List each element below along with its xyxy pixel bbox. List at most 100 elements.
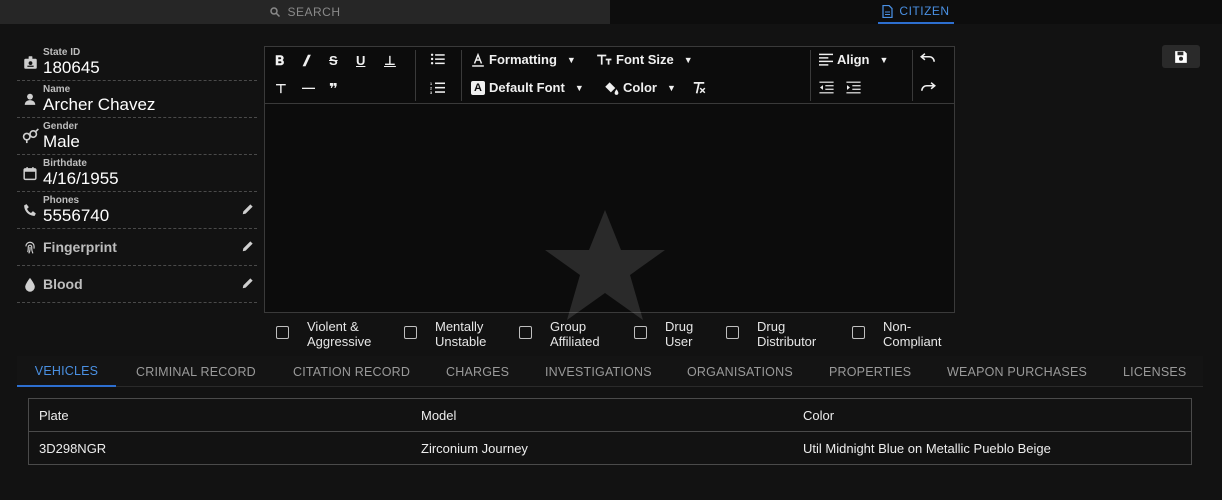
vehicles-table: Plate Model Color 3D298NGR Zirconium Jou… xyxy=(28,398,1192,465)
quote-button[interactable]: ❞ xyxy=(329,80,338,98)
align-left-icon xyxy=(819,53,833,66)
birthdate-value: 4/16/1955 xyxy=(43,168,119,188)
bold-button[interactable]: 𝐁 xyxy=(275,53,284,69)
pencil-icon xyxy=(242,278,253,289)
tab-search[interactable]: SEARCH xyxy=(0,0,610,24)
italic-button[interactable]: 𝑰 xyxy=(303,53,308,71)
tab-search-label: SEARCH xyxy=(287,5,341,19)
tab-label: LICENSES xyxy=(1123,364,1187,379)
svg-text:3: 3 xyxy=(430,91,432,94)
checkbox[interactable] xyxy=(726,326,739,339)
phones-row: Phones 5556740 xyxy=(17,192,257,229)
undo-icon xyxy=(920,53,935,62)
font-icon: A xyxy=(471,80,485,95)
flag-drug-user[interactable]: Drug User xyxy=(634,319,693,349)
chevron-down-icon: ▼ xyxy=(574,82,584,93)
bullet-list-button[interactable] xyxy=(430,53,445,65)
undo-button[interactable] xyxy=(920,52,936,64)
checkbox[interactable] xyxy=(519,326,532,339)
clear-format-button[interactable] xyxy=(692,81,706,94)
redo-button[interactable] xyxy=(920,81,936,93)
tab-charges[interactable]: CHARGES xyxy=(446,356,509,387)
cell-plate: 3D298NGR xyxy=(39,441,107,456)
sheriff-star-watermark xyxy=(545,210,665,320)
gender-label: Gender xyxy=(43,120,79,132)
table-row[interactable]: 3D298NGR Zirconium Journey Util Midnight… xyxy=(29,432,1191,465)
edit-phones-button[interactable] xyxy=(241,202,255,221)
blood-label: Blood xyxy=(43,276,83,292)
superscript-button[interactable]: ⊤ xyxy=(275,81,287,97)
birthdate-row: Birthdate 4/16/1955 xyxy=(17,155,257,192)
tab-licenses[interactable]: LICENSES xyxy=(1123,356,1186,387)
formatting-dropdown[interactable]: Formatting ▼ xyxy=(471,52,576,67)
checkbox[interactable] xyxy=(634,326,647,339)
tab-weapon-purchases[interactable]: WEAPON PURCHASES xyxy=(947,356,1087,387)
flag-group-affiliated[interactable]: Group Affiliated xyxy=(519,319,600,349)
record-tabs: VEHICLES CRIMINAL RECORD CITATION RECORD… xyxy=(17,356,1203,387)
checkbox[interactable] xyxy=(404,326,417,339)
flag-drug-distributor[interactable]: Drug Distributor xyxy=(726,319,816,349)
citizen-info-panel: State ID 180645 Name Archer Chavez Gende… xyxy=(17,44,257,303)
column-header-plate: Plate xyxy=(39,408,69,423)
save-button[interactable] xyxy=(1162,45,1200,68)
gender-value: Male xyxy=(43,131,80,151)
tab-citizen[interactable]: CITIZEN xyxy=(610,0,1222,24)
save-icon xyxy=(1175,50,1187,63)
font-size-label: Font Size xyxy=(616,52,674,67)
blood-row: Blood xyxy=(17,266,257,303)
state-id-value: 180645 xyxy=(43,57,100,77)
tab-label: WEAPON PURCHASES xyxy=(947,364,1088,379)
checkbox[interactable] xyxy=(276,326,289,339)
indent-icon xyxy=(846,81,861,94)
outdent-icon xyxy=(819,81,834,94)
tab-vehicles[interactable]: VEHICLES xyxy=(17,356,116,387)
person-icon xyxy=(24,93,36,105)
subscript-button[interactable]: ⊥ xyxy=(384,53,396,69)
blood-drop-icon xyxy=(25,277,35,292)
phones-value: 5556740 xyxy=(43,205,110,225)
horizontal-rule-button[interactable]: — xyxy=(302,80,315,95)
edit-blood-button[interactable] xyxy=(241,276,255,295)
gender-row: Gender Male xyxy=(17,118,257,155)
color-dropdown[interactable]: Color ▼ xyxy=(604,80,676,95)
state-id-row: State ID 180645 xyxy=(17,44,257,81)
search-icon xyxy=(270,7,281,18)
tab-criminal-record[interactable]: CRIMINAL RECORD xyxy=(136,356,256,387)
gender-icon xyxy=(22,128,39,144)
font-family-dropdown[interactable]: A Default Font ▼ xyxy=(471,80,584,95)
flag-non-compliant[interactable]: Non- Compliant xyxy=(852,319,942,349)
cell-color: Util Midnight Blue on Metallic Pueblo Be… xyxy=(803,441,1051,456)
tab-label: CITATION RECORD xyxy=(293,364,411,379)
tab-label: PROPERTIES xyxy=(829,364,912,379)
fingerprint-label: Fingerprint xyxy=(43,239,117,255)
indent-button[interactable] xyxy=(846,81,861,94)
chevron-down-icon: ▼ xyxy=(566,54,576,65)
flag-label: Non- Compliant xyxy=(883,319,942,349)
checkbox[interactable] xyxy=(852,326,865,339)
tab-citation-record[interactable]: CITATION RECORD xyxy=(293,356,410,387)
align-dropdown[interactable]: Align ▼ xyxy=(819,52,888,67)
top-tab-bar: SEARCH CITIZEN xyxy=(0,0,1222,24)
flag-label: Mentally Unstable xyxy=(435,319,487,349)
formatting-label: Formatting xyxy=(489,52,557,67)
font-size-dropdown[interactable]: Font Size ▼ xyxy=(596,52,693,67)
flag-label: Drug User xyxy=(665,319,694,349)
strikethrough-button[interactable]: S xyxy=(329,53,338,68)
numbered-list-icon: 123 xyxy=(430,82,445,94)
numbered-list-button[interactable]: 123 xyxy=(430,81,445,94)
tab-organisations[interactable]: ORGANISATIONS xyxy=(687,356,793,387)
flag-mentally-unstable[interactable]: Mentally Unstable xyxy=(404,319,486,349)
tab-properties[interactable]: PROPERTIES xyxy=(829,356,911,387)
paint-bucket-icon xyxy=(605,81,619,95)
outdent-button[interactable] xyxy=(819,81,834,94)
flag-violent-aggressive[interactable]: Violent & Aggressive xyxy=(276,319,371,349)
phones-label: Phones xyxy=(43,194,80,206)
underline-button[interactable]: U xyxy=(356,53,365,68)
table-header-row: Plate Model Color xyxy=(29,399,1191,432)
tab-label: VEHICLES xyxy=(34,363,99,378)
clear-format-icon xyxy=(693,81,706,94)
tab-investigations[interactable]: INVESTIGATIONS xyxy=(545,356,652,387)
edit-fingerprint-button[interactable] xyxy=(241,239,255,258)
tab-label: INVESTIGATIONS xyxy=(545,364,652,379)
cell-model: Zirconium Journey xyxy=(421,441,528,456)
